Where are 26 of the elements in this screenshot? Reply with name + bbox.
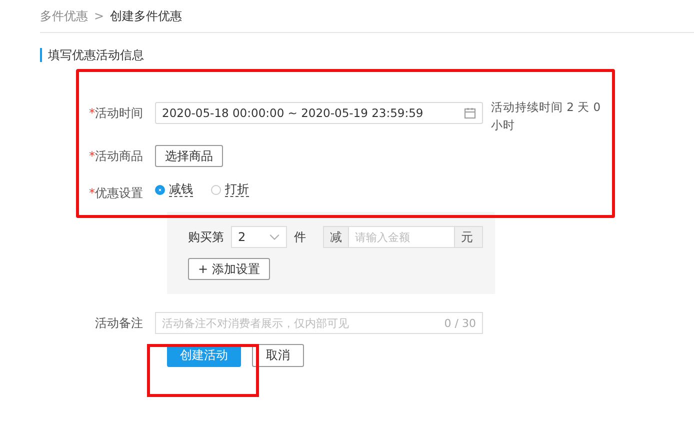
select-goods-button[interactable]: 选择商品	[155, 145, 223, 167]
breadcrumb-current: 创建多件优惠	[110, 8, 182, 24]
radio-label[interactable]: 减钱	[169, 182, 193, 197]
field-label: 活动备注	[94, 315, 144, 332]
field-label: *活动时间	[88, 105, 144, 122]
date-range-field[interactable]: 2020-05-18 00:00:00 ~ 2020-05-19 23:59:59	[155, 102, 483, 124]
field-label: *优惠设置	[88, 185, 144, 202]
breadcrumb-link[interactable]: 多件优惠	[40, 8, 88, 24]
breadcrumb-separator: >	[94, 9, 104, 23]
duration-text: 活动持续时间 2 天 0 小时	[491, 99, 602, 134]
radio-label[interactable]: 打折	[225, 182, 249, 197]
add-setting-button[interactable]: + 添加设置	[188, 258, 270, 280]
radio-button[interactable]	[155, 184, 165, 194]
rule-label: 购买第	[188, 228, 224, 246]
calendar-icon	[464, 107, 476, 119]
unit-label: 件	[294, 228, 306, 246]
section-title: 填写优惠活动信息	[40, 48, 694, 62]
minus-addon: 减	[324, 227, 348, 247]
character-counter: 0 / 30	[444, 316, 476, 330]
radio-button[interactable]	[211, 184, 221, 194]
currency-addon: 元	[454, 227, 482, 247]
cancel-button[interactable]: 取消	[252, 344, 304, 367]
chevron-down-icon	[269, 234, 280, 240]
amount-input[interactable]: 请输入金额	[348, 227, 454, 247]
count-dropdown[interactable]: 2	[231, 226, 287, 248]
field-label: *活动商品	[88, 148, 144, 165]
